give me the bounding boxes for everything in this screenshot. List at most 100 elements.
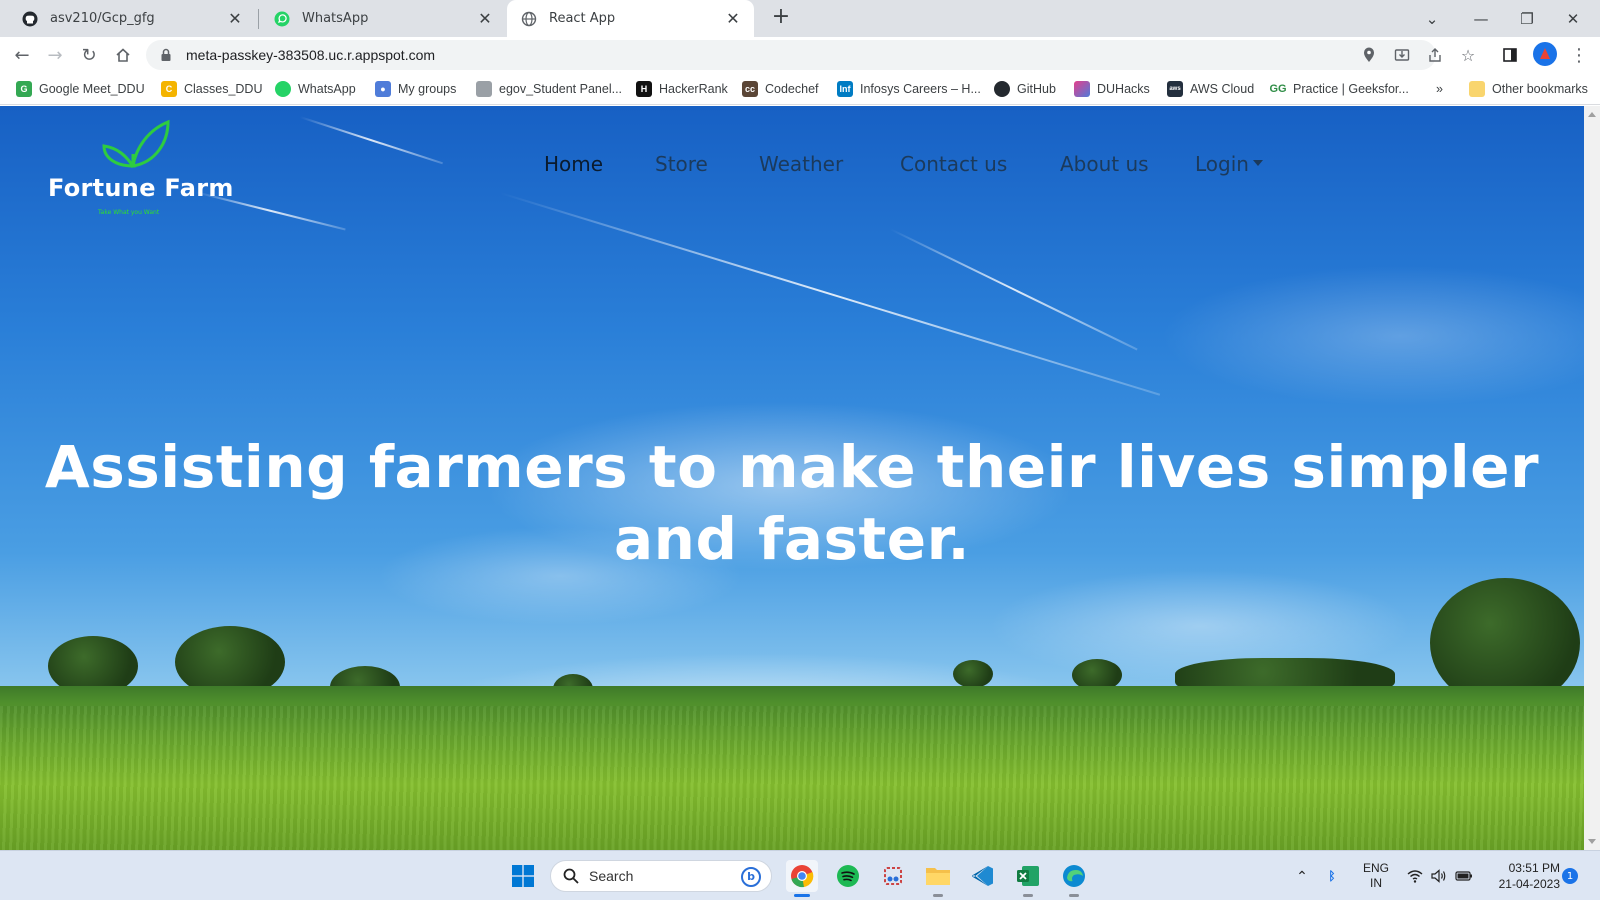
bookmark-my-groups[interactable]: ● My groups bbox=[375, 80, 456, 98]
folder-icon bbox=[1469, 81, 1485, 97]
hackerrank-icon: H bbox=[636, 81, 652, 97]
bookmarks-overflow-button[interactable]: » bbox=[1436, 80, 1443, 98]
search-placeholder: Search bbox=[589, 868, 634, 884]
running-indicator bbox=[794, 894, 810, 897]
address-bar[interactable]: meta-passkey-383508.uc.r.appspot.com bbox=[146, 40, 1436, 70]
bookmark-label: DUHacks bbox=[1097, 82, 1150, 96]
forward-icon[interactable]: → bbox=[42, 42, 68, 68]
menu-icon[interactable]: ⋮ bbox=[1567, 43, 1591, 67]
nav-about-us[interactable]: About us bbox=[1060, 152, 1149, 176]
file-explorer-icon[interactable] bbox=[922, 860, 954, 897]
notification-badge[interactable]: 1 bbox=[1562, 868, 1578, 884]
lang-line-2: IN bbox=[1370, 876, 1382, 890]
classroom-icon: C bbox=[161, 81, 177, 97]
bookmark-google-meet[interactable]: G Google Meet_DDU bbox=[16, 80, 145, 98]
tree bbox=[953, 660, 993, 688]
install-app-icon[interactable] bbox=[1390, 43, 1414, 67]
bookmark-label: AWS Cloud bbox=[1190, 82, 1255, 96]
share-icon[interactable] bbox=[1423, 43, 1447, 67]
bluetooth-icon[interactable]: ᛒ bbox=[1322, 851, 1342, 901]
running-indicator bbox=[1023, 894, 1033, 897]
bookmark-label: GitHub bbox=[1017, 82, 1056, 96]
restore-button[interactable]: ❐ bbox=[1504, 0, 1550, 37]
new-tab-button[interactable]: + bbox=[769, 6, 793, 30]
reload-icon[interactable]: ↻ bbox=[76, 42, 102, 68]
bing-icon[interactable]: b bbox=[741, 867, 761, 887]
scroll-down-icon[interactable] bbox=[1588, 839, 1596, 844]
close-tab-icon[interactable]: ✕ bbox=[476, 9, 494, 28]
tab-strip: asv210/Gcp_gfg ✕ WhatsApp ✕ React App ✕ … bbox=[0, 0, 1600, 37]
clock-time: 03:51 PM bbox=[1508, 861, 1560, 875]
geeksforgeeks-icon: GG bbox=[1269, 81, 1287, 97]
infosys-icon: Inf bbox=[837, 81, 853, 97]
nav-contact-us[interactable]: Contact us bbox=[900, 152, 1007, 176]
github-icon bbox=[22, 11, 38, 27]
bookmark-label: Infosys Careers – H... bbox=[860, 82, 981, 96]
chrome-icon[interactable] bbox=[786, 860, 818, 897]
windows-start-icon[interactable] bbox=[507, 860, 539, 892]
vertical-scrollbar[interactable] bbox=[1584, 106, 1600, 850]
bookmark-codechef[interactable]: cc Codechef bbox=[742, 80, 819, 98]
home-icon[interactable] bbox=[110, 42, 136, 68]
tab-react-app[interactable]: React App ✕ bbox=[507, 0, 754, 37]
bookmark-star-icon[interactable]: ☆ bbox=[1456, 43, 1480, 67]
battery-icon[interactable] bbox=[1452, 851, 1476, 901]
excel-icon[interactable] bbox=[1012, 860, 1044, 897]
location-icon[interactable] bbox=[1357, 43, 1381, 67]
wifi-icon[interactable] bbox=[1404, 851, 1426, 901]
spotify-icon[interactable] bbox=[832, 860, 864, 892]
bookmark-github[interactable]: GitHub bbox=[994, 80, 1056, 98]
bookmark-label: Codechef bbox=[765, 82, 819, 96]
bookmark-hackerrank[interactable]: H HackerRank bbox=[636, 80, 728, 98]
tab-search-icon[interactable]: ⌄ bbox=[1409, 0, 1455, 37]
tab-separator bbox=[258, 9, 259, 29]
close-tab-icon[interactable]: ✕ bbox=[226, 9, 244, 28]
bookmarks-bar: G Google Meet_DDU C Classes_DDU WhatsApp… bbox=[0, 72, 1600, 105]
scroll-up-icon[interactable] bbox=[1588, 112, 1596, 117]
snipping-tool-icon[interactable] bbox=[877, 860, 909, 892]
language-indicator[interactable]: ENG IN bbox=[1354, 851, 1398, 901]
taskbar-search[interactable]: Search b bbox=[550, 860, 772, 892]
edge-icon[interactable] bbox=[1058, 860, 1090, 897]
groups-icon: ● bbox=[375, 81, 391, 97]
nav-weather[interactable]: Weather bbox=[759, 152, 843, 176]
bookmark-label: Classes_DDU bbox=[184, 82, 263, 96]
caret-down-icon bbox=[1252, 160, 1263, 166]
clock[interactable]: 03:51 PM 21-04-2023 bbox=[1484, 851, 1560, 901]
bookmark-infosys[interactable]: Inf Infosys Careers – H... bbox=[837, 80, 981, 98]
running-indicator bbox=[933, 894, 943, 897]
bookmark-label: Google Meet_DDU bbox=[39, 82, 145, 96]
bookmark-classes[interactable]: C Classes_DDU bbox=[161, 80, 263, 98]
whatsapp-icon bbox=[274, 11, 290, 27]
field-texture bbox=[0, 706, 1584, 850]
close-window-button[interactable]: ✕ bbox=[1550, 0, 1596, 37]
nav-home[interactable]: Home bbox=[544, 152, 603, 176]
search-icon bbox=[563, 868, 579, 884]
show-hidden-icons[interactable]: ⌃ bbox=[1290, 851, 1314, 901]
bookmark-aws[interactable]: aws AWS Cloud bbox=[1167, 80, 1254, 98]
bookmark-egov[interactable]: egov_Student Panel... bbox=[476, 80, 622, 98]
side-panel-icon[interactable] bbox=[1498, 43, 1522, 67]
back-icon[interactable]: ← bbox=[9, 42, 35, 68]
bookmark-geeksforgeeks[interactable]: GG Practice | Geeksfor... bbox=[1269, 80, 1409, 98]
page-viewport: Fortune Farm Take What you Want Home Sto… bbox=[0, 106, 1584, 850]
bookmark-whatsapp[interactable]: WhatsApp bbox=[275, 80, 356, 98]
avatar[interactable] bbox=[1533, 42, 1557, 66]
nav-store[interactable]: Store bbox=[655, 152, 708, 176]
nav-login-dropdown[interactable]: Login bbox=[1195, 152, 1263, 176]
main-nav: Home Store Weather Contact us About us L… bbox=[0, 152, 1584, 182]
close-tab-icon[interactable]: ✕ bbox=[724, 9, 742, 28]
volume-icon[interactable] bbox=[1428, 851, 1450, 901]
minimize-button[interactable]: — bbox=[1458, 0, 1504, 37]
other-bookmarks[interactable]: Other bookmarks bbox=[1469, 80, 1588, 98]
bookmark-label: egov_Student Panel... bbox=[499, 82, 623, 96]
aws-icon: aws bbox=[1167, 81, 1183, 97]
tab-title: asv210/Gcp_gfg bbox=[50, 11, 155, 26]
tab-whatsapp[interactable]: WhatsApp ✕ bbox=[260, 0, 506, 37]
running-indicator bbox=[1069, 894, 1079, 897]
bookmark-duhacks[interactable]: DUHacks bbox=[1074, 80, 1150, 98]
tab-github[interactable]: asv210/Gcp_gfg ✕ bbox=[8, 0, 256, 37]
lock-icon[interactable] bbox=[160, 48, 174, 62]
vscode-icon[interactable] bbox=[967, 860, 999, 892]
hero-line-1: Assisting farmers to make their lives si… bbox=[44, 433, 1540, 501]
